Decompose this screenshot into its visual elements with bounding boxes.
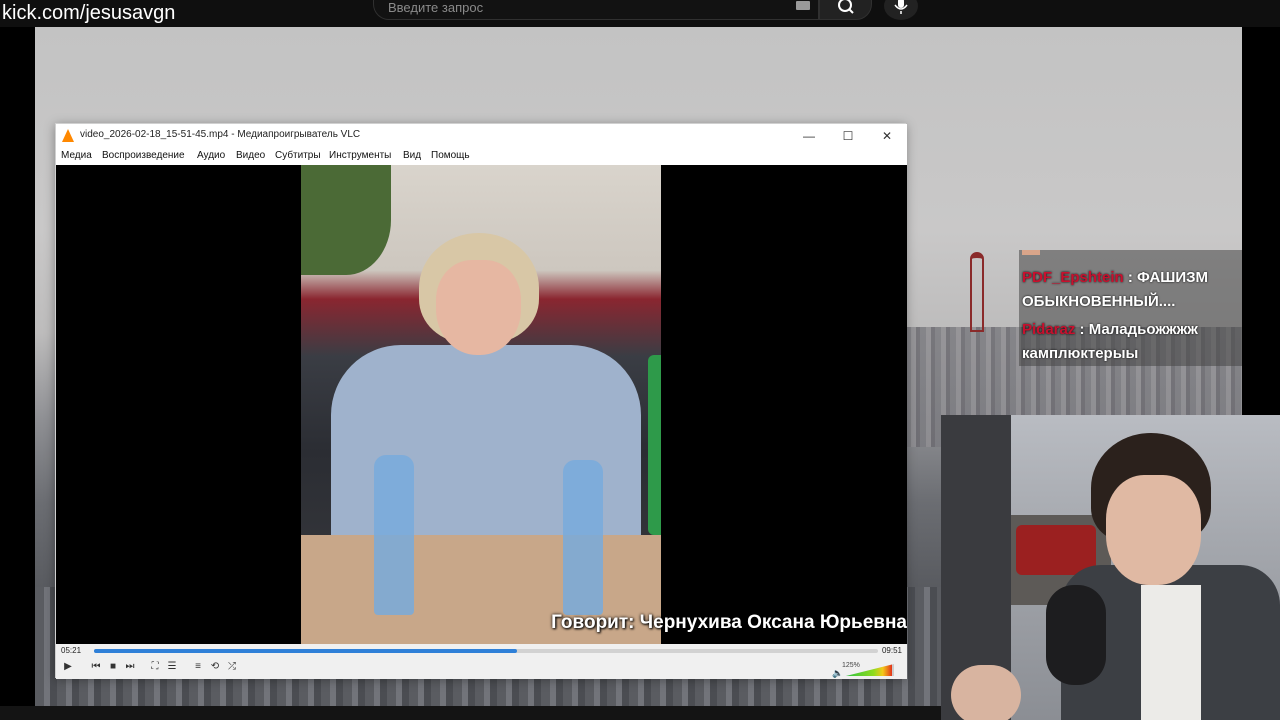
video-area[interactable]: Говорит: Чернухива Оксана Юрьевна xyxy=(56,165,907,644)
water-bottle xyxy=(374,455,414,615)
menu-help[interactable]: Помощь xyxy=(431,150,470,161)
time-elapsed: 05:21 xyxy=(61,646,82,655)
stop-icon[interactable]: ■ xyxy=(106,660,120,674)
vlc-cone-icon xyxy=(62,129,74,142)
volume-label: 125% xyxy=(842,662,860,669)
keyboard-icon[interactable] xyxy=(796,1,810,10)
fullscreen-icon[interactable]: ⛶ xyxy=(148,660,162,674)
seek-progress xyxy=(94,649,518,653)
minimize-button[interactable]: — xyxy=(798,127,820,145)
time-total: 09:51 xyxy=(881,646,902,655)
window-title: video_2026-02-18_15-51-45.mp4 - Медиапро… xyxy=(80,129,361,140)
microphone xyxy=(1046,585,1106,685)
speaker-icon[interactable]: 🔈 xyxy=(832,668,843,679)
seek-bar[interactable] xyxy=(94,649,878,653)
chat-message-partial xyxy=(1022,250,1240,262)
menu-audio[interactable]: Аудио xyxy=(197,150,225,161)
left-black-bar xyxy=(0,27,35,720)
chat-username: Pidaraz xyxy=(1022,321,1076,338)
menu-video[interactable]: Видео xyxy=(236,150,265,161)
vlc-controls: 05:21 09:51 ▶ ⏮ ■ ⏭ ⛶ ☰ ≡ ⟲ ⤮ 🔈 125% xyxy=(56,644,907,679)
browser-topbar: kick.com/jesusavgn Введите запрос xyxy=(0,0,1280,27)
maximize-button[interactable]: ☐ xyxy=(837,127,859,145)
streamer-webcam xyxy=(941,415,1280,720)
extended-settings-icon[interactable]: ☰ xyxy=(165,660,179,674)
menu-view[interactable]: Вид xyxy=(403,150,421,161)
search-input[interactable]: Введите запрос xyxy=(373,0,819,20)
next-icon[interactable]: ⏭ xyxy=(123,660,137,674)
chat-message: Pidaraz : Маладьожжжж камплюктерыы xyxy=(1022,318,1240,366)
emote-icon xyxy=(1022,250,1040,256)
vlc-window[interactable]: video_2026-02-18_15-51-45.mp4 - Медиапро… xyxy=(55,123,907,679)
voice-search-button[interactable] xyxy=(884,0,918,20)
chat-overlay: PDF_Epshtein : ФАШИЗМ ОБЫКНОВЕННЫЙ.... P… xyxy=(1019,250,1242,366)
previous-icon[interactable]: ⏮ xyxy=(89,660,103,674)
menu-media[interactable]: Медиа xyxy=(61,150,92,161)
menu-tools[interactable]: Инструменты xyxy=(329,150,391,161)
shuffle-icon[interactable]: ⤮ xyxy=(225,660,239,674)
chat-message: PDF_Epshtein : ФАШИЗМ ОБЫКНОВЕННЫЙ.... xyxy=(1022,266,1240,314)
vlc-menubar: Медиа Воспроизведение Аудио Видео Субтит… xyxy=(56,148,907,165)
water-bottle xyxy=(563,460,603,615)
parachute-tower xyxy=(970,252,984,332)
search-placeholder: Введите запрос xyxy=(388,0,484,15)
channel-url: kick.com/jesusavgn xyxy=(2,2,176,24)
search-button[interactable] xyxy=(819,0,872,20)
play-icon[interactable]: ▶ xyxy=(61,660,75,674)
loop-icon[interactable]: ⟲ xyxy=(208,660,222,674)
video-caption: Говорит: Чернухива Оксана Юрьевна xyxy=(551,612,907,633)
menu-playback[interactable]: Воспроизведение xyxy=(102,150,185,161)
vlc-titlebar[interactable]: video_2026-02-18_15-51-45.mp4 - Медиапро… xyxy=(56,124,907,148)
close-button[interactable]: ✕ xyxy=(876,127,898,145)
microphone-icon xyxy=(894,0,908,14)
screen: kick.com/jesusavgn Введите запрос PDF_Ep… xyxy=(0,0,1280,720)
video-frame xyxy=(301,165,661,644)
search-icon xyxy=(838,0,854,14)
playlist-icon[interactable]: ≡ xyxy=(191,660,205,674)
menu-subtitles[interactable]: Субтитры xyxy=(275,150,321,161)
chat-username: PDF_Epshtein xyxy=(1022,269,1124,286)
